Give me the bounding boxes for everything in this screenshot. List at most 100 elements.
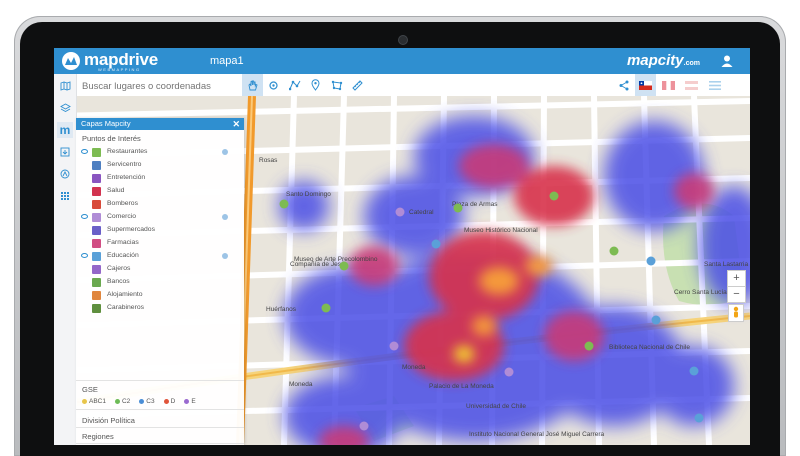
poi-label: Comercio <box>107 213 137 220</box>
another-flag-icon <box>685 80 698 90</box>
poi-category-icon <box>92 252 101 261</box>
poi-category-icon <box>92 265 101 274</box>
map-icon <box>60 81 70 91</box>
hand-tool-button[interactable] <box>242 74 263 96</box>
target-icon <box>269 80 278 90</box>
mapdrive-logo-icon <box>62 52 80 70</box>
gse-item[interactable]: C3 <box>139 398 155 405</box>
target-tool-button[interactable] <box>263 74 284 96</box>
poi-label: Farmacias <box>107 239 139 246</box>
poi-settings-icon[interactable] <box>222 214 228 220</box>
polygon-tool-button[interactable] <box>326 74 347 96</box>
street-label: Museo Histórico Nacional <box>464 227 538 234</box>
poi-item[interactable]: Cajeros <box>76 263 244 276</box>
eye-icon[interactable] <box>81 253 88 258</box>
left-rail: m <box>54 74 77 445</box>
poi-item[interactable]: Comercio <box>76 211 244 224</box>
street-label: Santa Lastarria <box>704 261 748 268</box>
chile-language-button[interactable] <box>635 74 656 96</box>
eye-icon[interactable] <box>81 214 88 219</box>
user-icon[interactable] <box>720 54 734 68</box>
gse-item[interactable]: C2 <box>114 398 131 405</box>
poi-item[interactable]: Farmacias <box>76 237 244 250</box>
menu-button[interactable] <box>704 74 725 96</box>
mapcity-logo: mapcity.com <box>626 52 700 69</box>
poi-item[interactable]: Restaurantes <box>76 146 244 159</box>
gse-item[interactable]: ABC1 <box>82 398 106 405</box>
regiones-item[interactable]: Regiones <box>82 432 114 441</box>
poi-category-icon <box>92 278 101 287</box>
polyline-icon <box>288 80 300 90</box>
rail-grid-button[interactable] <box>57 188 73 204</box>
ruler-icon <box>352 79 363 91</box>
map-title[interactable]: mapa1 <box>210 55 244 67</box>
grid-icon <box>61 192 69 200</box>
poi-category-icon <box>92 148 101 157</box>
poi-label: Salud <box>107 187 125 194</box>
rail-layers-button[interactable] <box>57 100 73 116</box>
poi-category-icon <box>92 226 101 235</box>
division-politica-item[interactable]: División Política <box>82 416 135 425</box>
zoom-in-button[interactable]: + <box>727 270 746 287</box>
street-label: Huérfanos <box>266 306 297 313</box>
polygon-icon <box>331 80 342 90</box>
zoom-out-button[interactable]: − <box>727 286 746 303</box>
poi-label: Cajeros <box>107 265 131 272</box>
poi-settings-icon[interactable] <box>222 149 228 155</box>
app-header: mapdrive WEBMAPPING mapa1 mapcity.com <box>54 48 750 74</box>
poi-item[interactable]: Bomberos <box>76 198 244 211</box>
rail-mapcity-button[interactable]: m <box>57 122 73 138</box>
rail-route-button[interactable] <box>57 166 73 182</box>
gse-item[interactable]: E <box>184 398 196 405</box>
search-input[interactable] <box>80 78 242 94</box>
rail-export-button[interactable] <box>57 144 73 160</box>
panel-title: Capas Mapcity <box>81 119 131 128</box>
street-label: Catedral <box>409 209 434 216</box>
brand-subtitle: WEBMAPPING <box>98 67 141 72</box>
poi-item[interactable]: Supermercados <box>76 224 244 237</box>
poi-label: Supermercados <box>107 226 155 233</box>
poi-category-icon <box>92 291 101 300</box>
poi-label: Bancos <box>107 278 130 285</box>
polyline-tool-button[interactable] <box>284 74 305 96</box>
ruler-tool-button[interactable] <box>347 74 368 96</box>
poi-item[interactable]: Alojamiento <box>76 289 244 302</box>
gse-label: C2 <box>121 398 131 405</box>
poi-item[interactable]: Servicentro <box>76 159 244 172</box>
rail-map-button[interactable] <box>57 78 73 94</box>
gse-title: GSE <box>82 385 98 394</box>
gse-dot-icon <box>139 398 145 404</box>
poi-category-icon <box>92 161 101 170</box>
gse-dot-icon <box>184 398 190 404</box>
street-label: Rosas <box>259 157 278 164</box>
route-icon <box>60 169 70 179</box>
camera-icon <box>399 36 407 44</box>
gse-label: E <box>191 398 196 405</box>
layers-panel: Capas Mapcity ✕ Puntos de Interés Restau… <box>76 118 244 445</box>
another-language-button[interactable] <box>681 74 702 96</box>
poi-item[interactable]: Salud <box>76 185 244 198</box>
pin-tool-button[interactable] <box>305 74 326 96</box>
poi-category-icon <box>92 174 101 183</box>
poi-label: Alojamiento <box>107 291 143 298</box>
poi-category-icon <box>92 200 101 209</box>
gse-dot-icon <box>163 398 169 404</box>
street-view-pegman[interactable] <box>728 304 744 322</box>
share-button[interactable] <box>613 74 634 96</box>
share-icon <box>619 80 628 90</box>
gse-label: C3 <box>146 398 155 405</box>
poi-settings-icon[interactable] <box>222 253 228 259</box>
peru-language-button[interactable] <box>658 74 679 96</box>
gse-dot-icon <box>114 398 120 404</box>
gse-item[interactable]: D <box>163 398 175 405</box>
poi-item[interactable]: Educación <box>76 250 244 263</box>
poi-item[interactable]: Carabineros <box>76 302 244 315</box>
gse-label: ABC1 <box>89 398 106 405</box>
eye-icon[interactable] <box>81 149 88 154</box>
gse-legend[interactable]: ABC1 C2 C3 D E <box>82 398 205 405</box>
peru-flag-icon <box>662 80 675 90</box>
mapcity-icon: m <box>59 123 71 137</box>
close-icon[interactable]: ✕ <box>232 118 240 130</box>
poi-item[interactable]: Bancos <box>76 276 244 289</box>
poi-item[interactable]: Entretención <box>76 172 244 185</box>
